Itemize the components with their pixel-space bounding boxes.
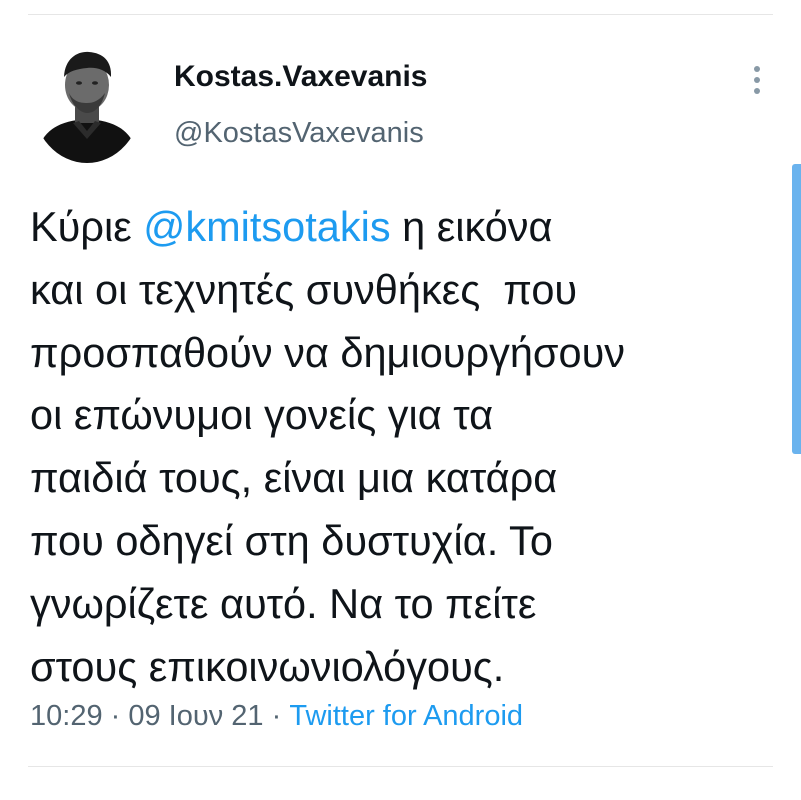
tweet-meta: 10:29 · 09 Ιουν 21 · Twitter for Android [30, 700, 523, 733]
meta-separator: · [102, 700, 129, 732]
more-options-button[interactable] [742, 60, 772, 100]
author-display-name[interactable]: Kostas.Vaxevanis [174, 60, 428, 94]
meta-separator: · [263, 700, 290, 732]
top-divider [28, 14, 773, 15]
tweet-source-link[interactable]: Twitter for Android [289, 700, 523, 732]
tweet-line: και οι τεχνητές συνθήκες που [30, 265, 578, 313]
avatar[interactable] [33, 43, 141, 163]
tweet-line: παιδιά τους, είναι μια κατάρα [30, 454, 558, 502]
tweet-text-segment: η εικόνα [390, 203, 553, 250]
tweet-line: οι επώνυμοι γονείς για τα [30, 391, 494, 439]
profile-photo [33, 43, 141, 163]
tweet-line: Κύριε @kmitsotakis η εικόνα [30, 196, 750, 259]
tweet-time[interactable]: 10:29 [30, 700, 103, 732]
tweet-date[interactable]: 09 Ιουν 21 [128, 700, 263, 732]
tweet-text-segment: Κύριε [30, 203, 144, 250]
bottom-divider [28, 766, 773, 767]
scroll-indicator[interactable] [792, 164, 801, 454]
tweet-text: Κύριε @kmitsotakis η εικόνα και οι τεχνη… [30, 196, 750, 698]
author-handle[interactable]: @KostasVaxevanis [174, 117, 424, 150]
more-dot [754, 66, 760, 72]
more-dot [754, 77, 760, 83]
tweet-line: γνωρίζετε αυτό. Να το πείτε [30, 579, 537, 627]
tweet-line: που οδηγεί στη δυστυχία. Το [30, 516, 553, 564]
tweet-line: προσπαθούν να δημιουργήσουν [30, 328, 626, 376]
more-dot [754, 88, 760, 94]
tweet-line: στους επικοινωνιολόγους. [30, 642, 505, 690]
mention-link[interactable]: @kmitsotakis [143, 203, 390, 250]
